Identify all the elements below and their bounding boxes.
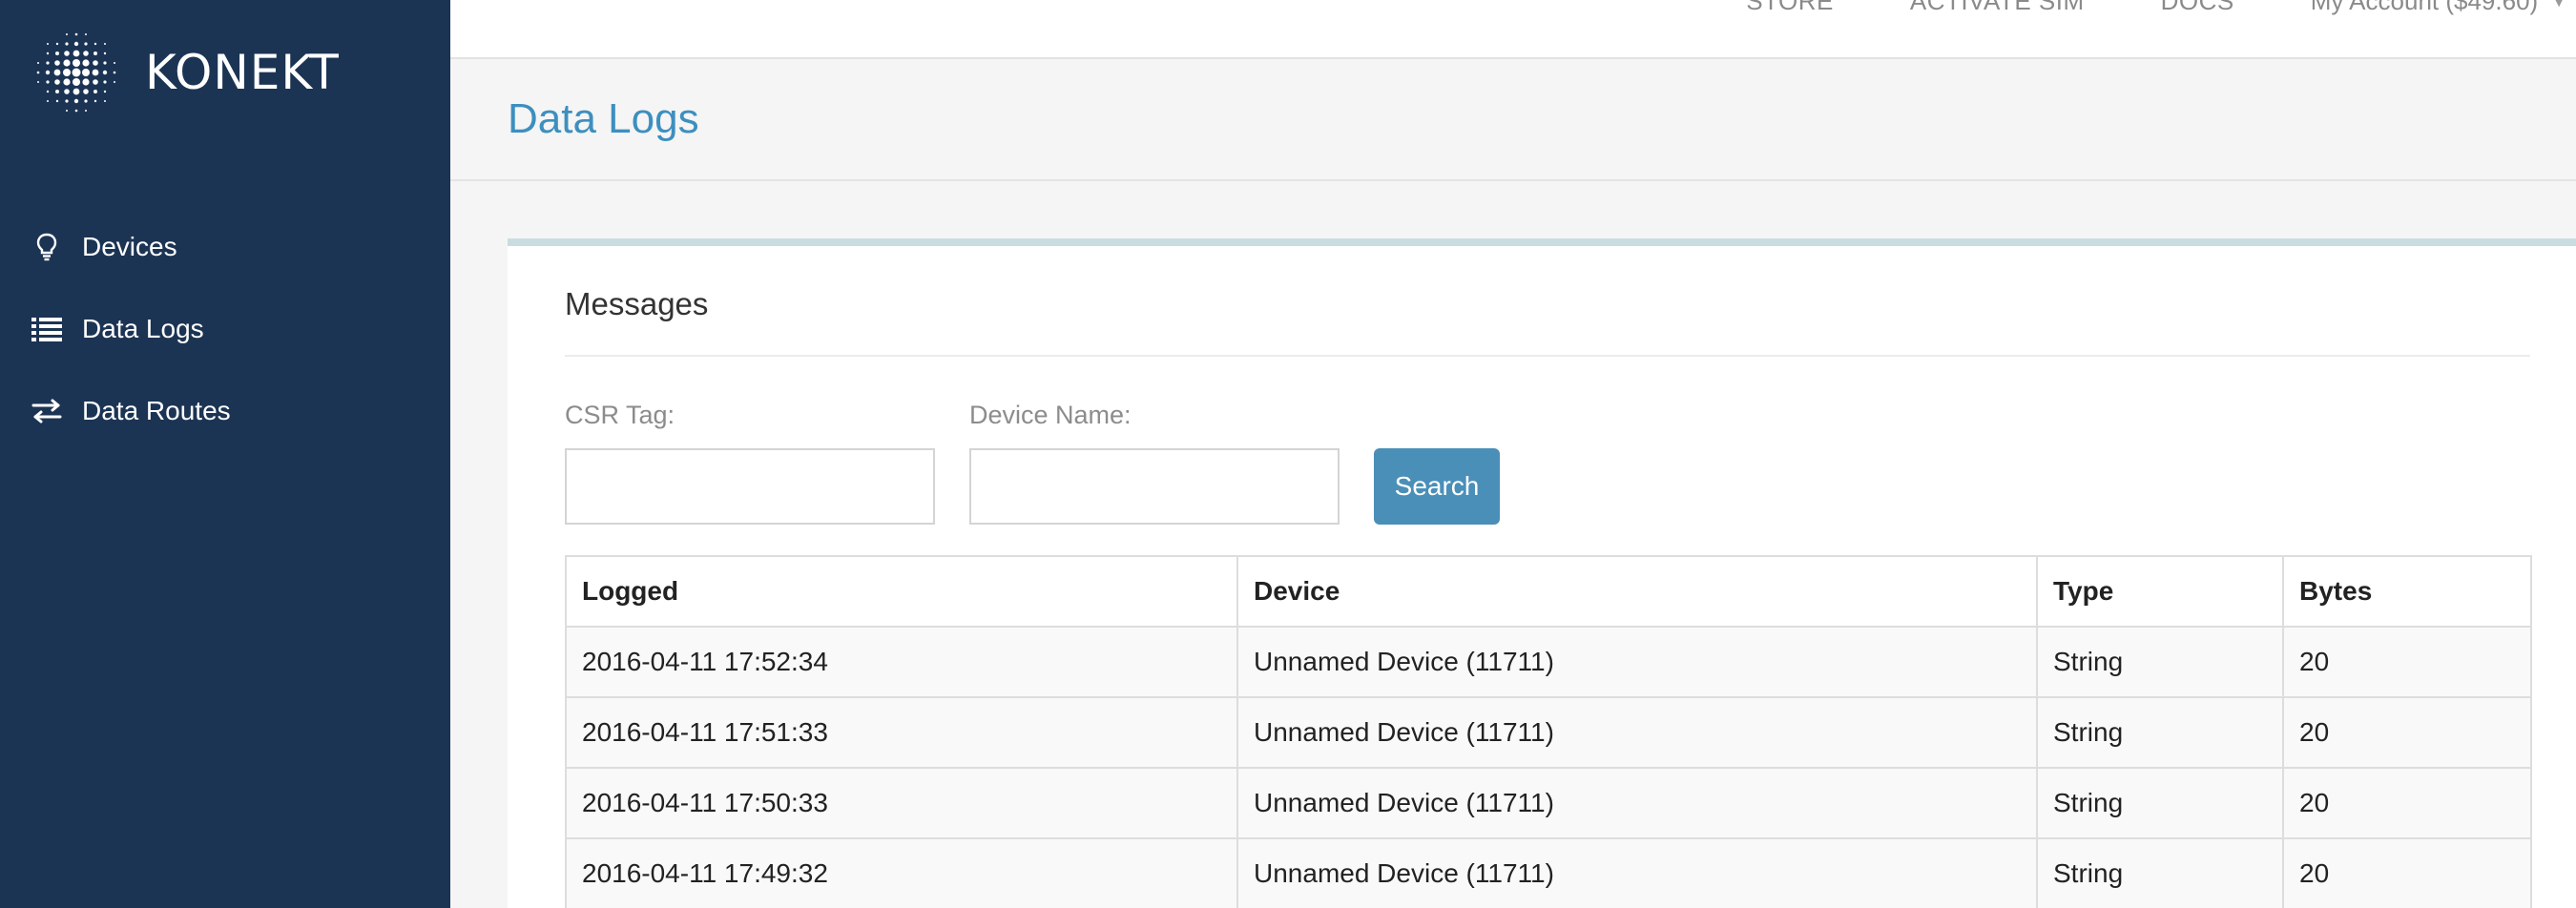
column-header-device[interactable]: Device [1236,555,2038,628]
sidebar-item-data-logs[interactable]: Data Logs [0,288,450,370]
cell-type: String [2036,767,2284,839]
cell-device: Unnamed Device (11711) [1236,696,2038,769]
brand-name: KONEKT [145,45,340,100]
data-logs-table: Logged Device Type Bytes 2016-04-11 17:5… [565,555,2532,908]
cell-type: String [2036,696,2284,769]
sidebar-item-devices[interactable]: Devices [0,206,450,288]
store-link[interactable]: STORE [1746,0,1834,16]
table-row[interactable]: 2016-04-11 17:51:33 Unnamed Device (1171… [565,696,2532,769]
cell-bytes: 20 [2282,696,2532,769]
column-header-logged[interactable]: Logged [565,555,1238,628]
cell-logged: 2016-04-11 17:51:33 [565,696,1238,769]
konekt-logo-icon [36,32,116,113]
column-header-bytes[interactable]: Bytes [2282,555,2532,628]
account-menu[interactable]: My Account ($49.60) [2311,0,2538,16]
search-button[interactable]: Search [1374,448,1500,525]
list-icon [31,313,63,345]
cell-type: String [2036,626,2284,698]
cell-device: Unnamed Device (11711) [1236,626,2038,698]
sidebar: KONEKT Devices Data Logs Data Routes [0,0,450,908]
page-header: Data Logs [450,59,2576,181]
cell-logged: 2016-04-11 17:49:32 [565,837,1238,908]
table-header-row: Logged Device Type Bytes [565,555,2532,628]
sidebar-item-label: Data Routes [82,396,231,425]
sidebar-item-label: Data Logs [82,314,204,343]
table-row[interactable]: 2016-04-11 17:50:33 Unnamed Device (1171… [565,767,2532,839]
panel-title: Messages [565,286,709,321]
divider [565,355,2530,357]
chevron-down-icon[interactable]: ▼ [2549,0,2568,12]
cell-bytes: 20 [2282,837,2532,908]
activate-sim-link[interactable]: ACTIVATE SIM [1910,0,2085,16]
cell-device: Unnamed Device (11711) [1236,767,2038,839]
column-header-type[interactable]: Type [2036,555,2284,628]
cell-bytes: 20 [2282,767,2532,839]
sidebar-item-data-routes[interactable]: Data Routes [0,370,450,452]
cell-bytes: 20 [2282,626,2532,698]
arrows-exchange-icon [31,395,63,427]
cell-logged: 2016-04-11 17:50:33 [565,767,1238,839]
device-name-input[interactable] [969,448,1340,525]
device-name-label: Device Name: [969,401,1132,429]
cell-type: String [2036,837,2284,908]
lightbulb-icon [31,231,63,263]
top-nav: STORE ACTIVATE SIM DOCS My Account ($49.… [1746,0,2576,16]
top-bar: STORE ACTIVATE SIM DOCS My Account ($49.… [450,0,2576,59]
table-row[interactable]: 2016-04-11 17:49:32 Unnamed Device (1171… [565,837,2532,908]
csr-tag-label: CSR Tag: [565,401,675,429]
cell-device: Unnamed Device (11711) [1236,837,2038,908]
brand[interactable]: KONEKT [29,25,340,120]
docs-link[interactable]: DOCS [2161,0,2234,16]
table-row[interactable]: 2016-04-11 17:52:34 Unnamed Device (1171… [565,626,2532,698]
cell-logged: 2016-04-11 17:52:34 [565,626,1238,698]
sidebar-item-label: Devices [82,232,177,261]
csr-tag-input[interactable] [565,448,935,525]
page-title: Data Logs [508,95,699,142]
messages-panel: Messages CSR Tag: Device Name: Search Lo… [508,238,2576,908]
sidebar-nav: Devices Data Logs Data Routes [0,206,450,452]
